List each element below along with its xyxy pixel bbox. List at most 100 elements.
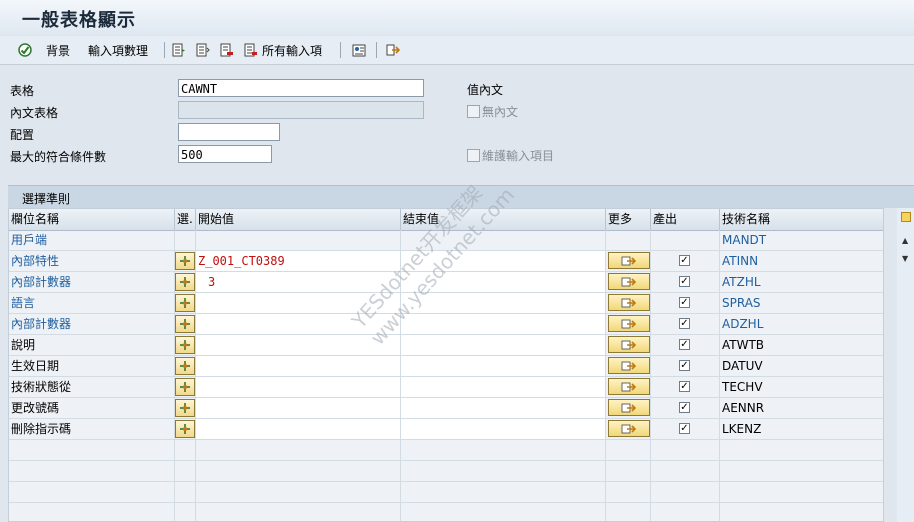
select-option-button[interactable]: [175, 315, 195, 333]
from-value-input[interactable]: 3: [196, 272, 401, 292]
user-settings-button[interactable]: [352, 40, 366, 60]
from-value-input[interactable]: [196, 293, 401, 313]
tech-name-cell: SPRAS: [720, 293, 883, 313]
table-input[interactable]: CAWNT: [178, 79, 424, 97]
header-more[interactable]: 更多: [606, 209, 651, 230]
output-checkbox[interactable]: ✓: [679, 381, 690, 392]
output-checkbox[interactable]: ✓: [679, 360, 690, 371]
select-fields-button[interactable]: [172, 40, 186, 60]
select-option-button[interactable]: [175, 336, 195, 354]
header-from[interactable]: 開始值: [196, 209, 401, 230]
to-value-input[interactable]: [401, 377, 606, 397]
tech-name-cell: MANDT: [720, 230, 883, 250]
no-text-checkbox[interactable]: 無內文: [467, 103, 518, 120]
multiple-selection-button[interactable]: [608, 336, 650, 353]
multiple-selection-button[interactable]: [608, 294, 650, 311]
to-value-input[interactable]: [401, 293, 606, 313]
table-row: 內部計數器 3 ✓ ATZHL: [9, 272, 883, 293]
output-checkbox[interactable]: ✓: [679, 339, 690, 350]
multiple-selection-arrow-icon: [621, 361, 637, 370]
multiple-selection-arrow-icon: [621, 319, 637, 328]
multiple-selection-arrow-icon: [621, 340, 637, 349]
background-button[interactable]: 背景: [18, 40, 70, 60]
select-option-button[interactable]: [175, 273, 195, 291]
multiple-selection-button[interactable]: [608, 420, 650, 437]
multiple-selection-button[interactable]: [608, 315, 650, 332]
scroll-down-icon[interactable]: ▼: [902, 254, 908, 263]
select-option-button[interactable]: [175, 357, 195, 375]
max-hits-row: 最大的符合條件數 500: [6, 144, 426, 166]
select-option-icon: [180, 403, 190, 413]
multiple-selection-button[interactable]: [608, 273, 650, 290]
header-tech-name[interactable]: 技術名稱: [720, 209, 883, 230]
field-name-cell: 更改號碼: [9, 398, 175, 418]
header-to[interactable]: 結束值: [401, 209, 606, 230]
multiple-selection-button[interactable]: [608, 378, 650, 395]
from-value-input[interactable]: [196, 314, 401, 334]
table-row: 用戶端 MANDT: [9, 230, 883, 251]
background-label: 背景: [46, 43, 71, 58]
table-row: 語言 ✓ SPRAS: [9, 293, 883, 314]
multiple-selection-button[interactable]: [608, 357, 650, 374]
all-entries-button[interactable]: 所有輸入項: [244, 40, 322, 60]
input-count-button[interactable]: 輸入項數理: [88, 40, 148, 60]
document-list-icon: [196, 43, 210, 57]
from-value-input[interactable]: [196, 398, 401, 418]
output-checkbox[interactable]: ✓: [679, 255, 690, 266]
select-option-icon: [180, 382, 190, 392]
from-value-input[interactable]: [196, 419, 401, 439]
scroll-up-icon[interactable]: ▲: [902, 236, 908, 245]
select-option-button[interactable]: [175, 252, 195, 270]
output-checkbox[interactable]: ✓: [679, 423, 690, 434]
layout-input[interactable]: [178, 123, 280, 141]
from-value-input[interactable]: [196, 356, 401, 376]
from-value-input[interactable]: [196, 377, 401, 397]
max-hits-label: 最大的符合條件數: [10, 150, 107, 164]
to-value-input[interactable]: [401, 335, 606, 355]
grid-vertical-scrollbar[interactable]: ▲ ▼: [897, 208, 914, 522]
select-option-button[interactable]: [175, 420, 195, 438]
multiple-selection-button[interactable]: [608, 252, 650, 269]
select-option-cell: [175, 251, 196, 271]
output-checkbox[interactable]: ✓: [679, 297, 690, 308]
tech-name-cell: ATINN: [720, 251, 883, 271]
output-checkbox[interactable]: ✓: [679, 402, 690, 413]
field-name-cell: 生效日期: [9, 356, 175, 376]
to-value-input[interactable]: [401, 356, 606, 376]
multiple-selection-arrow-icon: [621, 277, 637, 286]
maintain-entries-checkbox[interactable]: 維護輸入項目: [467, 147, 554, 164]
checkbox-box: [467, 105, 480, 118]
more-cell: [606, 335, 651, 355]
output-checkbox[interactable]: ✓: [679, 276, 690, 287]
tech-name-cell: ADZHL: [720, 314, 883, 334]
to-value-input: [401, 230, 606, 250]
select-option-icon: [180, 319, 190, 329]
multiple-selection-button[interactable]: [608, 399, 650, 416]
text-table-label: 內文表格: [10, 106, 59, 120]
to-value-input[interactable]: [401, 251, 606, 271]
field-name-cell: 刪除指示碼: [9, 419, 175, 439]
field-list-button[interactable]: [196, 40, 210, 60]
column-settings-icon[interactable]: [901, 212, 911, 222]
maintain-entries-label: 維護輸入項目: [482, 149, 555, 163]
value-text-label: 值內文: [467, 83, 504, 97]
select-option-button[interactable]: [175, 399, 195, 417]
layout-label: 配置: [10, 128, 35, 142]
from-value-input[interactable]: [196, 335, 401, 355]
empty-row: [9, 503, 883, 521]
page-title: 一般表格顯示: [22, 10, 136, 31]
delete-selection-button[interactable]: [220, 40, 234, 60]
header-output[interactable]: 產出: [651, 209, 720, 230]
output-checkbox[interactable]: ✓: [679, 318, 690, 329]
to-value-input[interactable]: [401, 272, 606, 292]
max-hits-input[interactable]: 500: [178, 145, 272, 163]
to-value-input[interactable]: [401, 419, 606, 439]
header-select[interactable]: 選.: [175, 209, 196, 230]
to-value-input[interactable]: [401, 398, 606, 418]
select-option-button[interactable]: [175, 294, 195, 312]
export-button[interactable]: [386, 40, 400, 60]
select-option-button[interactable]: [175, 378, 195, 396]
from-value-input[interactable]: Z_001_CT0389: [196, 251, 401, 271]
header-field-name[interactable]: 欄位名稱: [9, 209, 175, 230]
to-value-input[interactable]: [401, 314, 606, 334]
